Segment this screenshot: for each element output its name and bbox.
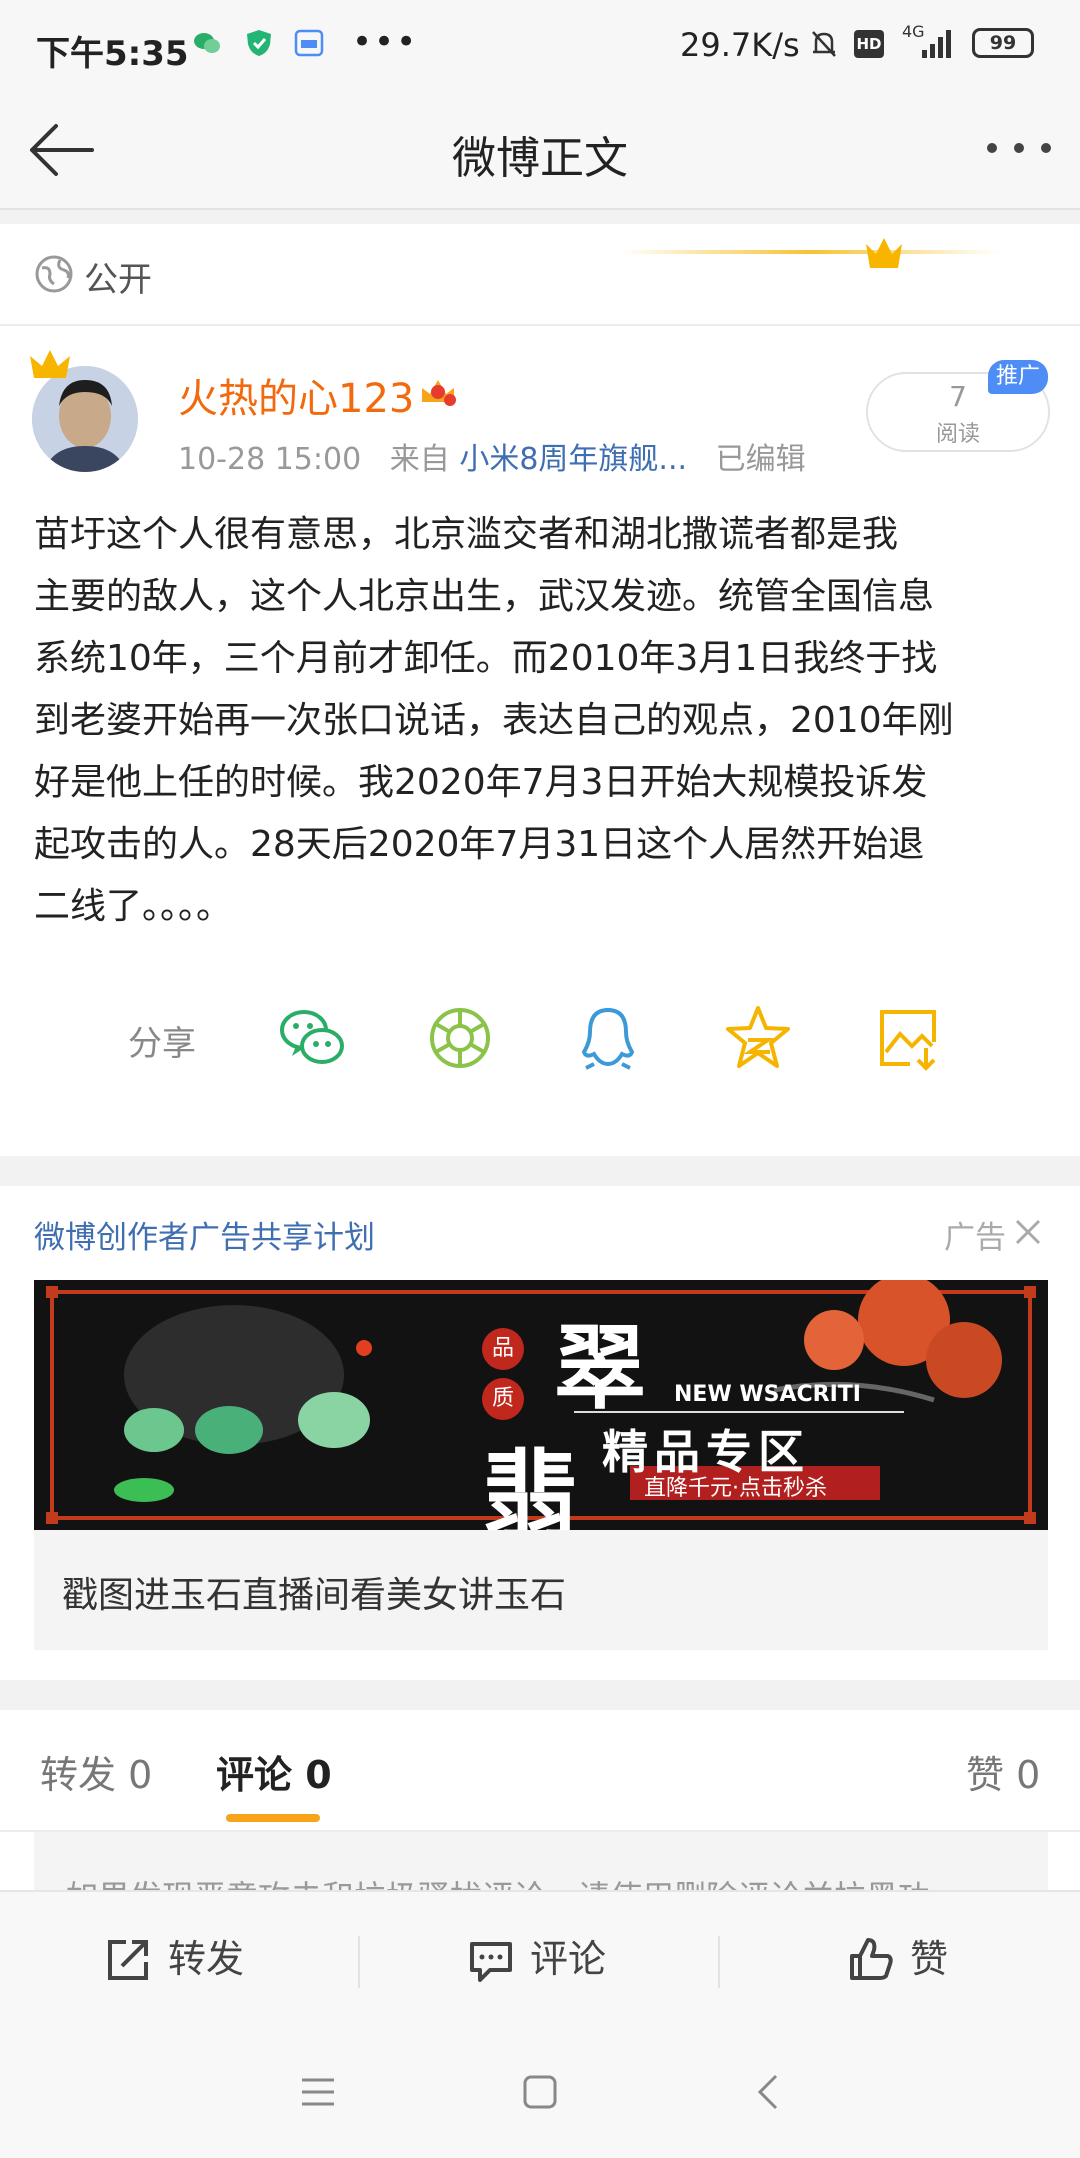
security-shield-icon xyxy=(247,30,271,56)
status-bar: 下午5:35 ••• 29.7K/s HD 4G 99 xyxy=(0,0,1080,94)
banner-char-2: 翡 xyxy=(482,1439,578,1530)
read-label: 阅读 xyxy=(935,422,980,447)
like-label: 赞 xyxy=(910,1937,949,1981)
banner-en-text: NEW WSACRITI xyxy=(674,1382,861,1407)
qq-share-icon[interactable] xyxy=(572,1002,644,1074)
active-tab-indicator xyxy=(226,1814,320,1822)
nav-bar: 微博正文 xyxy=(0,94,1080,210)
comment-label: 评论 xyxy=(530,1937,607,1981)
home-icon[interactable] xyxy=(522,2074,558,2110)
repost-icon xyxy=(108,1940,148,1980)
more-options-icon[interactable] xyxy=(984,140,1054,156)
comment-icon xyxy=(470,1942,512,1982)
comment-hint-box: 如果发现恶意攻击和垃圾骚扰评论，请使用删除评论并拉黑功 xyxy=(34,1832,1048,1892)
repost-button[interactable]: 转发 xyxy=(0,1892,358,2030)
page-title: 微博正文 xyxy=(452,133,628,184)
ad-caption: 戳图进玉石直播间看美女讲玉石 xyxy=(62,1575,567,1616)
wechat-notification-icon xyxy=(194,33,220,53)
ad-tag: 广告 xyxy=(944,1220,1006,1256)
tab-repost[interactable]: 转发 0 xyxy=(40,1744,152,1799)
tab-like[interactable]: 赞 0 xyxy=(966,1744,1040,1799)
save-image-icon[interactable] xyxy=(872,1002,944,1074)
interaction-tabs: 转发 0 评论 0 赞 0 xyxy=(0,1710,1080,1832)
ad-program-title[interactable]: 微博创作者广告共享计划 xyxy=(34,1212,375,1257)
post-time: 10-28 15:00 xyxy=(178,442,362,477)
banner-char-1: 翠 xyxy=(554,1314,647,1422)
system-back-icon[interactable] xyxy=(756,2074,780,2110)
repost-label: 转发 xyxy=(168,1937,245,1981)
comment-hint: 如果发现恶意攻击和垃圾骚扰评论，请使用删除评论并拉黑功 xyxy=(66,1872,930,1892)
visibility-row: 公开 xyxy=(0,224,1080,326)
app-notification-icon xyxy=(294,29,324,57)
post-meta: 10-28 15:00 来自 小米8周年旗舰... 已编辑 xyxy=(178,434,806,478)
more-notifications-icon: ••• xyxy=(352,22,419,62)
post-source[interactable]: 小米8周年旗舰... xyxy=(459,442,687,477)
banner-quality-badge-1: 品 xyxy=(482,1328,524,1370)
hd-badge: HD xyxy=(854,30,884,58)
globe-icon xyxy=(35,255,73,293)
like-button[interactable]: 赞 xyxy=(720,1892,1080,2030)
status-time: 下午5:35 xyxy=(36,34,189,74)
close-ad-icon[interactable] xyxy=(1014,1218,1042,1246)
ad-caption-box[interactable]: 戳图进玉石直播间看美女讲玉石 xyxy=(34,1530,1048,1650)
ad-card: 微博创作者广告共享计划 广告 品 质 翠 翡 NEW WSACRITI 精品专区 xyxy=(0,1186,1080,1680)
post-username[interactable]: 火热的心123 xyxy=(178,366,414,424)
wechat-share-icon[interactable] xyxy=(276,1002,348,1074)
comment-button[interactable]: 评论 xyxy=(360,1892,718,2030)
mute-bell-icon xyxy=(812,31,836,57)
crown-decoration xyxy=(620,238,1000,268)
promo-tag: 推广 xyxy=(988,360,1048,394)
post-body: 苗圩这个人很有意思，北京滥交者和湖北撒谎者都是我 主要的敌人，这个人北京出生，武… xyxy=(34,514,954,927)
tab-comment[interactable]: 评论 0 xyxy=(216,1744,332,1799)
signal-icon xyxy=(922,30,951,58)
banner-quality-badge-2: 质 xyxy=(482,1378,524,1420)
thumbs-up-icon xyxy=(850,1938,893,1980)
vip-badge-icon[interactable] xyxy=(418,368,458,408)
bottom-toolbar: 转发 评论 赞 xyxy=(0,1890,1080,2032)
battery-indicator: 99 xyxy=(972,28,1034,58)
post-card: 火热的心123 10-28 15:00 来自 小米8周年旗舰... 已编辑 7 … xyxy=(0,326,1080,1156)
ad-banner[interactable]: 品 质 翠 翡 NEW WSACRITI 精品专区 直降千元·点击秒杀 xyxy=(34,1280,1048,1530)
qzone-share-icon[interactable] xyxy=(722,1002,794,1074)
moments-share-icon[interactable] xyxy=(424,1002,496,1074)
net-speed: 29.7K/s xyxy=(680,26,800,64)
banner-sub-text: 直降千元·点击秒杀 xyxy=(644,1476,827,1501)
post-from-prefix: 来自 xyxy=(389,442,450,477)
share-label: 分享 xyxy=(128,1024,196,1064)
recent-apps-icon[interactable] xyxy=(300,2076,336,2108)
post-edited[interactable]: 已编辑 xyxy=(716,442,806,477)
visibility-label: 公开 xyxy=(84,260,152,300)
system-nav-bar xyxy=(0,2030,1080,2158)
vip-crown-icon xyxy=(30,350,70,378)
